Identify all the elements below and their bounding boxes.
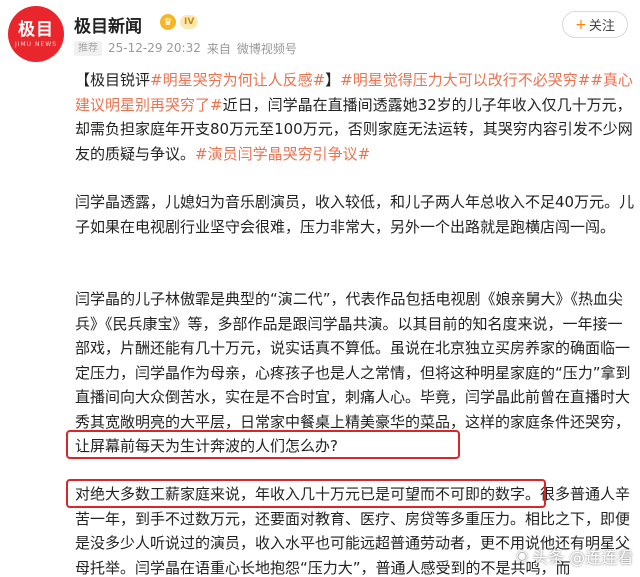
highlight-box	[66, 479, 546, 508]
post-text: 闫学晶的儿子林傲霏是典型的“演二代”，代表作品包括电视剧《娘亲舅大》《热血尖兵》…	[75, 290, 631, 431]
post-header: 极目 JIMU NEWS 极目新闻 ♛ IV 推荐 25-12-29 20:32…	[0, 0, 640, 66]
watermark: ◉ 头条 @连连看	[516, 544, 633, 568]
avatar-logo-subtext: JIMU NEWS	[14, 40, 58, 48]
plus-icon: +	[575, 16, 587, 33]
avatar[interactable]: 极目 JIMU NEWS	[8, 6, 64, 62]
highlight-box	[66, 430, 460, 459]
post-meta: 推荐 25-12-29 20:32 来自 微博视频号	[74, 40, 303, 56]
camera-icon: ◉	[516, 548, 529, 564]
account-name[interactable]: 极目新闻	[74, 12, 142, 37]
source-prefix: 来自	[206, 41, 231, 56]
post-paragraph-1: 【极目锐评#明星哭穷为何让人反感#】#明星觉得压力大可以改行不必哭穷##真心建议…	[75, 68, 637, 166]
watermark-text: 头条 @连连看	[532, 548, 634, 567]
topic-link[interactable]: #明星哭穷为何让人反感#	[150, 71, 325, 89]
crown-icon: ♛	[160, 14, 176, 30]
post-tag: 【极目锐评	[75, 71, 151, 89]
post-paragraph-2: 闫学晶透露，儿媳妇为音乐剧演员，收入较低，和儿子两人年总收入不足40万元。儿子如…	[75, 193, 635, 236]
recommend-badge: 推荐	[74, 40, 102, 56]
source-link[interactable]: 微博视频号	[237, 40, 297, 57]
level-badge: IV	[180, 15, 199, 29]
topic-link[interactable]: #明星觉得压力大可以改行不必哭穷#	[340, 71, 590, 89]
follow-button[interactable]: + 关注	[562, 11, 628, 38]
follow-label: 关注	[588, 19, 615, 34]
topic-link[interactable]: #演员闫学晶哭穷引争议#	[195, 145, 370, 163]
timestamp: 25-12-29 20:32	[108, 41, 201, 55]
post-tag-close: 】	[325, 71, 341, 89]
avatar-logo-text: 极目	[18, 19, 54, 40]
